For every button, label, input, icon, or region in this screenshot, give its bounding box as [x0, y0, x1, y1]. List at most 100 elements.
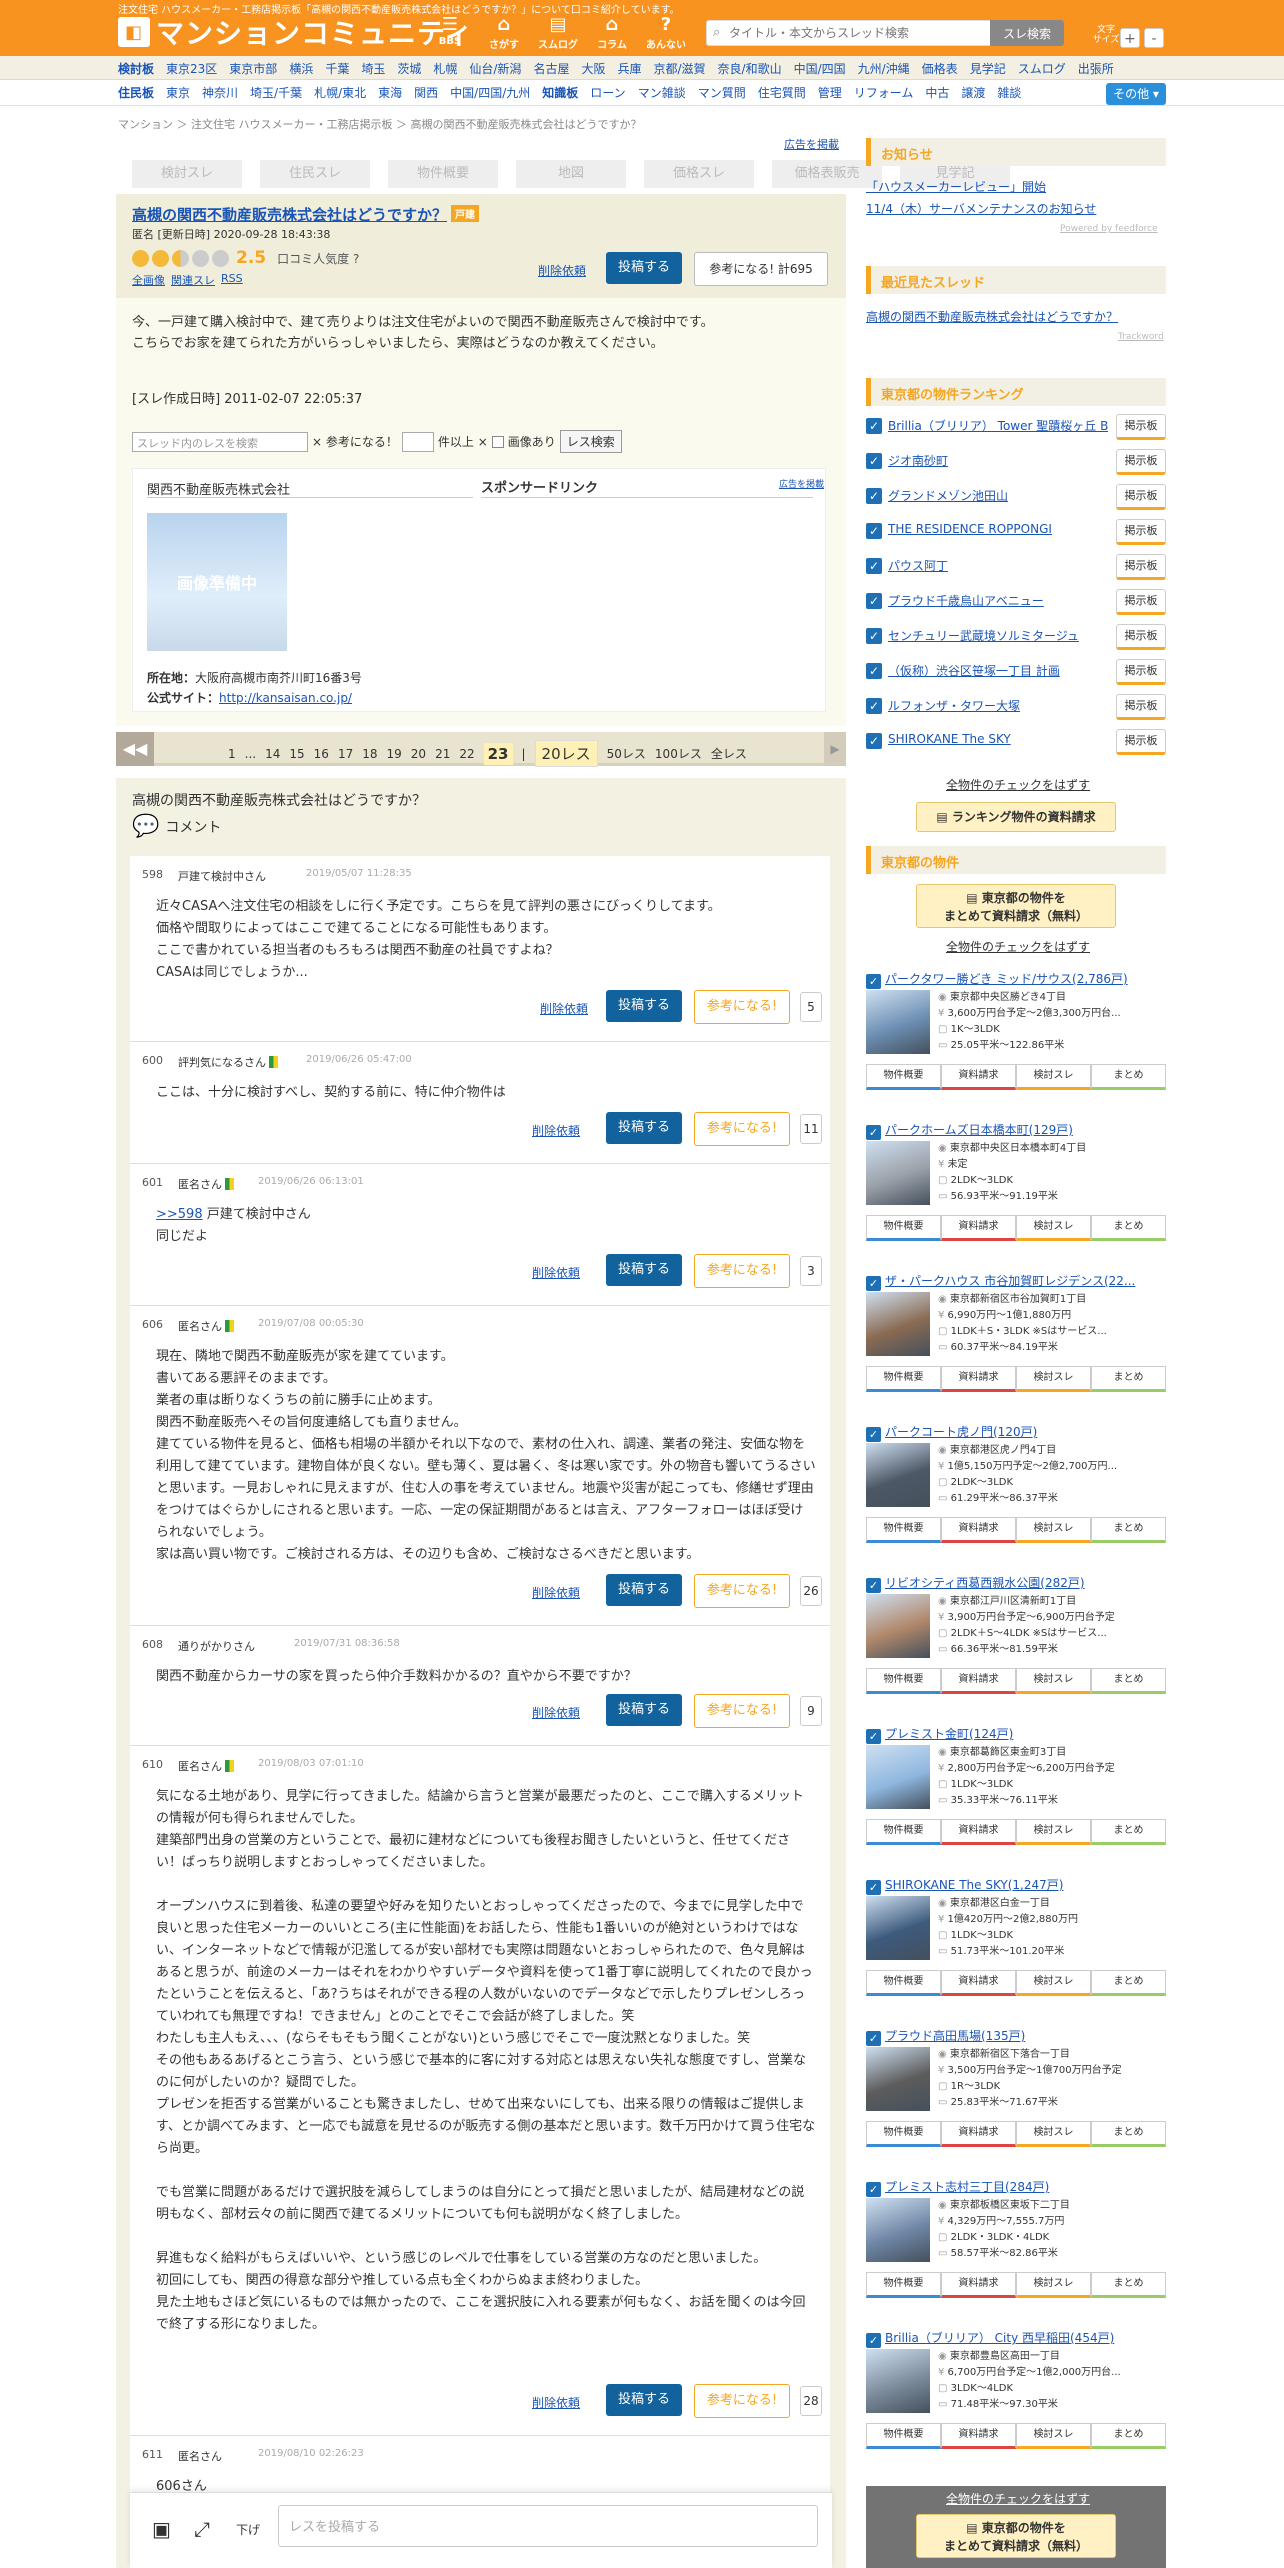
post-reply-button[interactable]: 投稿する — [606, 1112, 682, 1144]
property-request-button[interactable]: 資料請求 — [941, 2423, 1016, 2449]
post-reply-button[interactable]: 投稿する — [606, 2384, 682, 2416]
nav-knowledge-item[interactable]: 雑談 — [997, 84, 1021, 101]
property-thread-button[interactable]: 検討スレ — [1016, 1215, 1091, 1241]
post-helpful-button[interactable]: 参考になる! — [694, 990, 790, 1024]
post-delete-link[interactable]: 削除依頼 — [532, 1122, 580, 1139]
post-number[interactable]: 608 — [142, 1638, 163, 1651]
ranking-board-button[interactable]: 掲示板 — [1116, 414, 1166, 440]
property-overview-button[interactable]: 物件概要 — [866, 2272, 941, 2298]
checkbox-checked-icon[interactable]: ✓ — [866, 558, 882, 574]
property-request-button[interactable]: 資料請求 — [941, 2272, 1016, 2298]
property-summary-button[interactable]: まとめ — [1091, 1970, 1166, 1996]
pager-res-option[interactable]: 全レス — [711, 745, 747, 762]
property-request-button[interactable]: 資料請求 — [941, 1064, 1016, 1090]
nav-board-item[interactable]: 奈良/和歌山 — [718, 60, 782, 77]
notice-link[interactable]: 11/4（木）サーバメンテナンスのお知らせ — [866, 200, 1096, 217]
property-request-button[interactable]: 資料請求 — [941, 1215, 1016, 1241]
post-delete-link[interactable]: 削除依頼 — [532, 1264, 580, 1281]
ad-link[interactable]: 広告を掲載 — [784, 136, 839, 152]
checkbox-checked-icon[interactable]: ✓ — [866, 628, 882, 644]
font-plus-button[interactable]: + — [1120, 28, 1140, 48]
property-photo[interactable] — [866, 2349, 930, 2413]
nav-resident-item[interactable]: 中国/四国/九州 — [450, 84, 530, 101]
checkbox-checked-icon[interactable]: ✓ — [866, 488, 882, 504]
nav-knowledge-item[interactable]: ローン — [590, 84, 625, 101]
ranking-property-link[interactable]: SHIROKANE The SKY — [888, 732, 1108, 746]
floating-request-button[interactable]: ▤ 東京都の物件を まとめて資料請求（無料） — [916, 2514, 1116, 2558]
property-thread-button[interactable]: 検討スレ — [1016, 2423, 1091, 2449]
pager-page[interactable]: 14 — [265, 747, 280, 761]
post-number[interactable]: 606 — [142, 1318, 163, 1331]
checkbox-checked-icon[interactable]: ✓ — [866, 453, 882, 469]
post-number[interactable]: 600 — [142, 1054, 163, 1067]
has-image-checkbox[interactable] — [491, 435, 504, 448]
nav-bbs[interactable]: ☰ BBS — [430, 14, 470, 51]
property-photo[interactable] — [866, 1896, 930, 1960]
popularity-label[interactable]: 口コミ人気度 ? — [277, 250, 359, 267]
checkbox-checked-icon[interactable]: ✓ — [866, 974, 881, 989]
pager-page[interactable]: 18 — [362, 747, 377, 761]
nav-board-item[interactable]: 名古屋 — [533, 60, 569, 77]
post-number[interactable]: 601 — [142, 1176, 163, 1189]
property-overview-button[interactable]: 物件概要 — [866, 1517, 941, 1543]
post-helpful-button[interactable]: 参考になる! — [694, 1574, 790, 1608]
nav-board-item[interactable]: 茨城 — [397, 60, 421, 77]
post-reply-button[interactable]: 投稿する — [606, 1254, 682, 1286]
company-site-link[interactable]: http://kansaisan.co.jp/ — [219, 691, 352, 705]
property-summary-button[interactable]: まとめ — [1091, 1668, 1166, 1694]
pager-page[interactable]: 17 — [338, 747, 353, 761]
property-request-button[interactable]: 資料請求 — [941, 1366, 1016, 1392]
property-overview-button[interactable]: 物件概要 — [866, 2423, 941, 2449]
post-reply-button[interactable]: 投稿する — [606, 990, 682, 1022]
checkbox-checked-icon[interactable]: ✓ — [866, 1880, 881, 1895]
ranking-property-link[interactable]: Brillia（ブリリア） Tower 聖蹟桜ヶ丘 BLOOMING RESID… — [888, 417, 1108, 434]
property-request-button[interactable]: 資料請求 — [941, 1668, 1016, 1694]
property-title[interactable]: ✓ パークタワー勝どき ミッド/サウス(2,786戸) — [866, 970, 1166, 989]
notice-link[interactable]: 「ハウスメーカーレビュー」開始 — [866, 178, 1046, 195]
thread-tab[interactable]: 検討スレ — [132, 160, 242, 188]
nav-resident-item[interactable]: 東京 — [166, 84, 190, 101]
nav-resident-item[interactable]: 東海 — [378, 84, 402, 101]
pager-prev-icon[interactable]: ◀◀ — [116, 732, 154, 766]
nav-label-kentou[interactable]: 検討板 — [118, 60, 154, 77]
nav-label-jumin[interactable]: 住民板 — [118, 84, 154, 101]
reply-anchor-link[interactable]: >>598 — [156, 1207, 203, 1222]
nav-board-item[interactable]: 横浜 — [289, 60, 313, 77]
nav-knowledge-item[interactable]: マン雑談 — [638, 84, 686, 101]
property-photo[interactable] — [866, 2198, 930, 2262]
nav-sumulog[interactable]: ▤ スムログ — [538, 14, 578, 51]
property-overview-button[interactable]: 物件概要 — [866, 1064, 941, 1090]
property-overview-button[interactable]: 物件概要 — [866, 2121, 941, 2147]
ranking-property-link[interactable]: THE RESIDENCE ROPPONGI — [888, 522, 1108, 536]
property-summary-button[interactable]: まとめ — [1091, 1819, 1166, 1845]
pager-res-option[interactable]: 50レス — [607, 745, 646, 762]
property-request-button[interactable]: 資料請求 — [941, 1819, 1016, 1845]
property-photo[interactable] — [866, 1745, 930, 1809]
post-reply-button[interactable]: 投稿する — [606, 1574, 682, 1606]
ranking-property-link[interactable]: パウス阿丁 — [888, 557, 1108, 574]
post-helpful-button[interactable]: 参考になる! — [694, 2384, 790, 2418]
checkbox-checked-icon[interactable]: ✓ — [866, 733, 882, 749]
nav-label-chishiki[interactable]: 知識板 — [542, 84, 578, 101]
ranking-board-button[interactable]: 掲示板 — [1116, 484, 1166, 510]
nav-board-item[interactable]: 埼玉 — [361, 60, 385, 77]
nav-knowledge-item[interactable]: 住宅質問 — [758, 84, 806, 101]
min-helpful-input[interactable] — [401, 431, 434, 452]
property-title[interactable]: ✓ プレミスト志村三丁目(284戸) — [866, 2178, 1166, 2197]
thread-tab[interactable]: 地図 — [516, 160, 626, 188]
nav-resident-item[interactable]: 札幌/東北 — [314, 84, 366, 101]
other-boards-button[interactable]: その他 ▾ — [1106, 83, 1166, 105]
property-photo[interactable] — [866, 1443, 930, 1507]
nav-knowledge-item[interactable]: 譲渡 — [961, 84, 985, 101]
nav-resident-item[interactable]: 神奈川 — [202, 84, 238, 101]
pager-res-selected[interactable]: 20レス — [534, 740, 598, 767]
property-summary-button[interactable]: まとめ — [1091, 1064, 1166, 1090]
ranking-request-button[interactable]: ▤ ランキング物件の資料請求 — [916, 802, 1116, 832]
checkbox-checked-icon[interactable]: ✓ — [866, 698, 882, 714]
post-reply-button[interactable]: 投稿する — [606, 1694, 682, 1726]
ranking-board-button[interactable]: 掲示板 — [1116, 694, 1166, 720]
nav-board-item[interactable]: 出張所 — [1078, 60, 1114, 77]
post-delete-link[interactable]: 削除依頼 — [532, 1584, 580, 1601]
property-summary-button[interactable]: まとめ — [1091, 1517, 1166, 1543]
post-delete-link[interactable]: 削除依頼 — [532, 1704, 580, 1721]
